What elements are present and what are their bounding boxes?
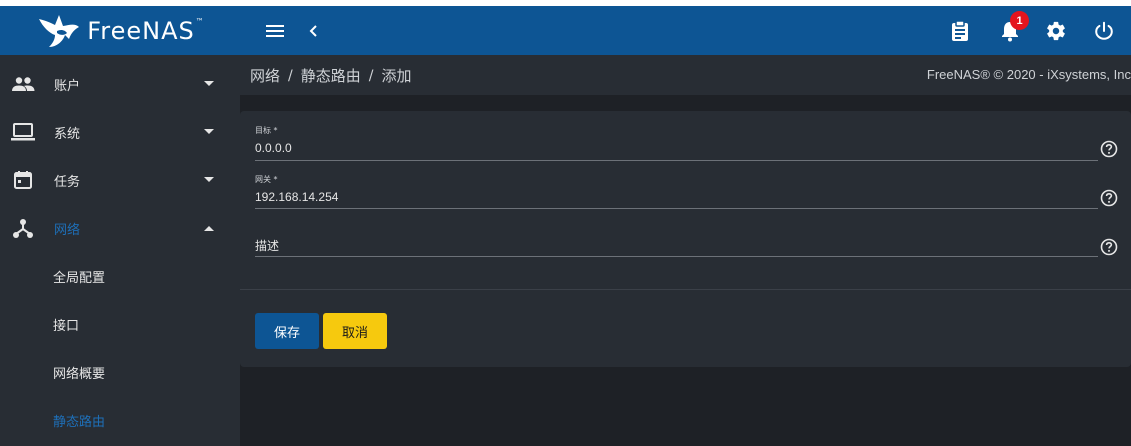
gateway-label: 网关 *: [255, 175, 278, 184]
breadcrumb-current: 添加: [381, 67, 412, 85]
gateway-field: 网关 * 192.168.14.254: [255, 174, 1098, 210]
laptop-icon: [10, 119, 36, 145]
sidebar-item-tasks[interactable]: 任务: [0, 156, 240, 204]
chevron-left-icon: [309, 24, 317, 37]
help-icon[interactable]: [1100, 189, 1118, 207]
description-field[interactable]: 描述: [255, 223, 1098, 259]
save-button[interactable]: 保存: [255, 313, 319, 349]
sidebar-item-label: 网络: [54, 222, 81, 238]
description-underline: [255, 256, 1098, 257]
destination-label: 目标 *: [255, 126, 278, 135]
help-icon[interactable]: [1100, 140, 1118, 158]
menu-icon: [266, 24, 284, 37]
destination-input[interactable]: 0.0.0.0: [255, 141, 292, 155]
brand-name: FreeNAS™: [87, 16, 205, 45]
destination-field: 目标 * 0.0.0.0: [255, 125, 1098, 161]
task-manager-button[interactable]: [946, 6, 974, 55]
breadcrumb: 网络 / 静态路由 / 添加: [250, 65, 411, 86]
destination-underline: [255, 160, 1098, 161]
network-icon: [10, 215, 36, 241]
breadcrumb-separator: /: [368, 67, 374, 84]
brand[interactable]: FreeNAS™: [0, 6, 240, 55]
sidebar-item-label: 系统: [54, 126, 81, 142]
people-icon: [10, 71, 36, 97]
caret-down-icon: [202, 77, 216, 91]
description-input[interactable]: 描述: [255, 237, 279, 254]
sidebar-item-label: 任务: [54, 174, 81, 190]
collapse-sidebar-button[interactable]: [304, 6, 324, 55]
breadcrumb-separator: /: [288, 67, 293, 84]
sidebar-subitem-label: 接口: [53, 318, 80, 334]
sidebar-item-label: 账户: [54, 78, 81, 94]
form-divider: [240, 289, 1131, 290]
static-route-form-card: 目标 * 0.0.0.0 网关 * 192.168.14.254 描述 保存 取…: [240, 111, 1131, 367]
copyright-text: FreeNAS® © 2020 - iXsystems, Inc: [926, 67, 1131, 82]
sidebar: 账户 系统 任务 网络 全局配置 接口 网络概要 静态路由: [0, 55, 240, 446]
sidebar-subitem-static-routes[interactable]: 静态路由: [0, 396, 240, 444]
sidebar-subitem-label: 全局配置: [53, 270, 106, 286]
sidebar-subitem-global-config[interactable]: 全局配置: [0, 252, 240, 300]
freenas-shark-logo: [39, 14, 80, 47]
settings-button[interactable]: [1042, 6, 1070, 55]
help-icon[interactable]: [1100, 238, 1118, 256]
sidebar-subitem-network-summary[interactable]: 网络概要: [0, 348, 240, 396]
sidebar-item-accounts[interactable]: 账户: [0, 60, 240, 108]
power-button[interactable]: [1090, 6, 1118, 55]
main-content: 网络 / 静态路由 / 添加 FreeNAS® © 2020 - iXsyste…: [240, 55, 1131, 446]
sidebar-item-system[interactable]: 系统: [0, 108, 240, 156]
calendar-icon: [10, 167, 36, 193]
clipboard-icon: [952, 19, 968, 41]
sidebar-subitem-label: 静态路由: [53, 414, 106, 430]
gateway-underline: [255, 208, 1098, 209]
hamburger-menu-button[interactable]: [262, 6, 288, 55]
caret-up-icon: [202, 221, 216, 235]
caret-down-icon: [202, 125, 216, 139]
breadcrumb-static-routes-link[interactable]: 静态路由: [301, 65, 361, 86]
power-icon: [1095, 21, 1113, 40]
notification-count-badge: 1: [1010, 11, 1029, 30]
page-header: 网络 / 静态路由 / 添加 FreeNAS® © 2020 - iXsyste…: [240, 55, 1131, 95]
sidebar-subitem-interfaces[interactable]: 接口: [0, 300, 240, 348]
sidebar-subitem-label: 网络概要: [53, 366, 106, 382]
gear-icon: [1047, 21, 1065, 40]
caret-down-icon: [202, 173, 216, 187]
breadcrumb-network-link[interactable]: 网络: [250, 65, 280, 86]
cancel-button[interactable]: 取消: [323, 313, 387, 349]
top-toolbar: FreeNAS™ 1: [0, 6, 1131, 55]
gateway-input[interactable]: 192.168.14.254: [255, 190, 338, 204]
sidebar-item-network[interactable]: 网络: [0, 204, 240, 252]
